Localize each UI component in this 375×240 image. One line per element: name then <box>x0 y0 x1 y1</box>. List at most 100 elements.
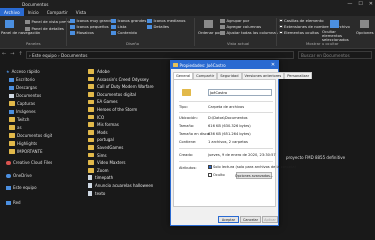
file-list-item[interactable]: Documentos digital <box>88 92 136 97</box>
layout-details[interactable]: Detalles <box>147 24 169 29</box>
sidebar-item-label: Acceso rápido <box>11 69 40 74</box>
forward-icon[interactable]: → <box>10 51 14 57</box>
minimize-button[interactable]: — <box>347 1 352 7</box>
layout-small-icons[interactable]: Iconos pequeños <box>70 24 109 29</box>
layout-medium-icons[interactable]: Iconos medianos <box>147 18 185 23</box>
sidebar-item-creative-cloud[interactable]: Creative Cloud Files <box>6 160 53 165</box>
tab-compartir[interactable]: Compartir <box>43 8 72 16</box>
sidebar-item-highlights[interactable]: Highlights <box>9 141 37 146</box>
fit-columns-button[interactable]: Ajustar todas las columnas <box>220 30 278 35</box>
layout-xl-icons[interactable]: Iconos muy grandes <box>70 18 115 23</box>
tab-personalizar[interactable]: Personalizar <box>284 72 313 79</box>
group-by-button[interactable]: Agrupar por <box>220 18 249 23</box>
file-name: Video Maxters <box>97 160 126 166</box>
hidden-items-toggle[interactable]: Elementos ocultos <box>279 30 319 35</box>
dialog-close-button[interactable]: ✕ <box>268 61 278 69</box>
sidebar-item-downloads[interactable]: Descargas <box>9 85 37 90</box>
apply-button[interactable]: Aplicar <box>262 216 278 223</box>
sidebar-item-network[interactable]: Red <box>6 200 21 205</box>
layout-large-icons[interactable]: Iconos grandes <box>111 18 146 23</box>
file-list-item[interactable]: EA Games <box>88 99 118 104</box>
file-list-item[interactable]: Zoom <box>88 168 109 173</box>
sidebar-item-label: Imágenes <box>16 109 36 114</box>
back-icon[interactable]: ← <box>2 51 6 57</box>
file-icon <box>88 190 92 196</box>
layout-list[interactable]: Lista <box>111 24 126 29</box>
search-input[interactable]: Buscar en Documentos <box>298 51 372 59</box>
sidebar-item-documents[interactable]: Documentos <box>9 93 41 98</box>
file-list-item[interactable]: Mods <box>88 130 108 135</box>
sidebar-item-label: as <box>17 125 22 130</box>
sidebar-item-this-pc[interactable]: Este equipo <box>6 185 37 190</box>
sidebar-item-importante[interactable]: IMPORTANTE <box>9 149 43 154</box>
hidden-checkbox[interactable]: Oculto <box>208 173 225 177</box>
sidebar-item-documentos-digital[interactable]: Documentos digital <box>9 133 56 138</box>
address-bar[interactable]: › Este equipo › Documentos <box>26 51 294 59</box>
close-button[interactable]: ✕ <box>369 1 373 7</box>
maximize-button[interactable]: ☐ <box>358 1 362 7</box>
file-list-item[interactable]: Assassin's Creed Odyssey <box>88 77 149 82</box>
checkbox-icon <box>279 24 283 29</box>
readonly-checkbox[interactable]: Solo lectura (solo para archivos de la c… <box>208 165 296 169</box>
background-text-fragment: proyecto FMD 8855 definitive <box>286 155 346 160</box>
file-list-item[interactable]: portugal <box>88 137 114 142</box>
file-extensions-label: Extensiones de nombre de archivo <box>284 24 350 29</box>
layout-tiles[interactable]: Mosaicos <box>70 30 94 35</box>
created-label: Creado: <box>179 153 194 157</box>
sort-by-button[interactable]: Ordenar por <box>198 30 221 35</box>
preview-pane-button[interactable]: Panel de vista previa <box>25 19 71 24</box>
tab-general[interactable]: General <box>173 72 194 79</box>
cancel-button[interactable]: Cancelar <box>240 216 261 223</box>
sidebar-item-as[interactable]: as <box>9 125 22 130</box>
details-pane-button[interactable]: Panel de detalles <box>25 26 64 31</box>
add-columns-button[interactable]: Agregar columnas <box>220 24 261 29</box>
tab-archivo[interactable]: Archivo <box>0 8 24 16</box>
sidebar-item-capturas[interactable]: Capturas <box>9 101 35 106</box>
up-icon[interactable]: ↑ <box>18 51 22 57</box>
checkbox-icon <box>279 30 283 35</box>
item-checkboxes-toggle[interactable]: Casillas de elemento <box>279 18 324 23</box>
tab-versiones-anteriores[interactable]: Versiones anteriores <box>241 72 285 79</box>
folder-icon <box>88 114 94 120</box>
file-list-item[interactable]: Anuncio acuarelas halloween <box>88 183 153 188</box>
ok-button[interactable]: Aceptar <box>218 216 239 223</box>
file-list-item[interactable]: Mis formas <box>88 122 119 127</box>
file-name: ICO <box>97 114 105 120</box>
file-list-item[interactable]: Call of Duty Modern Warfare <box>88 84 154 89</box>
file-list-item[interactable]: SavedGames <box>88 145 123 150</box>
file-list-item[interactable]: Adobe <box>88 69 110 74</box>
tab-seguridad[interactable]: Seguridad <box>217 72 242 79</box>
star-icon: ★ <box>6 69 10 74</box>
file-list-item[interactable]: Video Maxters <box>88 160 126 165</box>
documents-icon <box>9 93 14 98</box>
file-list-item[interactable]: ICO <box>88 115 104 120</box>
folder-icon <box>88 92 94 97</box>
tab-vista[interactable]: Vista <box>72 8 90 16</box>
file-name: Call of Duty Modern Warfare <box>97 84 154 90</box>
folder-icon <box>88 84 94 89</box>
layout-content[interactable]: Contenido <box>111 30 137 35</box>
file-list-item[interactable]: Sims <box>88 153 107 158</box>
tab-inicio[interactable]: Inicio <box>24 8 43 16</box>
file-extensions-toggle[interactable]: Extensiones de nombre de archivo <box>279 24 350 29</box>
sidebar-item-twitch[interactable]: Twitch <box>9 117 29 122</box>
sidebar-item-label: Escritorio <box>16 77 35 82</box>
file-list-item[interactable]: timepath <box>88 175 113 181</box>
sidebar-item-label: Creative Cloud Files <box>13 160 53 165</box>
dialog-title-bar[interactable]: Propiedades: JoéCastro <box>171 61 278 69</box>
layout-icon <box>147 24 152 29</box>
sidebar-item-label: Red <box>13 200 21 205</box>
folder-name-input[interactable]: JoéCastro <box>208 89 272 96</box>
tab-compartir[interactable]: Compartir <box>193 72 218 79</box>
file-list-item[interactable]: Heroes of the Storm <box>88 107 137 112</box>
sidebar-item-onedrive[interactable]: OneDrive <box>6 173 32 178</box>
sidebar-item-pictures[interactable]: Imágenes <box>9 109 36 114</box>
sidebar-item-desktop[interactable]: Escritorio <box>9 77 35 82</box>
size-label: Tamaño: <box>179 124 195 128</box>
advanced-options-button[interactable]: Opciones avanzadas... <box>235 172 273 179</box>
sidebar-item-quick-access[interactable]: ★ Acceso rápido <box>6 69 40 74</box>
options-button[interactable]: Opciones <box>356 30 374 35</box>
network-icon <box>6 200 11 205</box>
file-list-item[interactable]: texto <box>88 190 105 196</box>
file-name: Adobe <box>97 69 110 74</box>
